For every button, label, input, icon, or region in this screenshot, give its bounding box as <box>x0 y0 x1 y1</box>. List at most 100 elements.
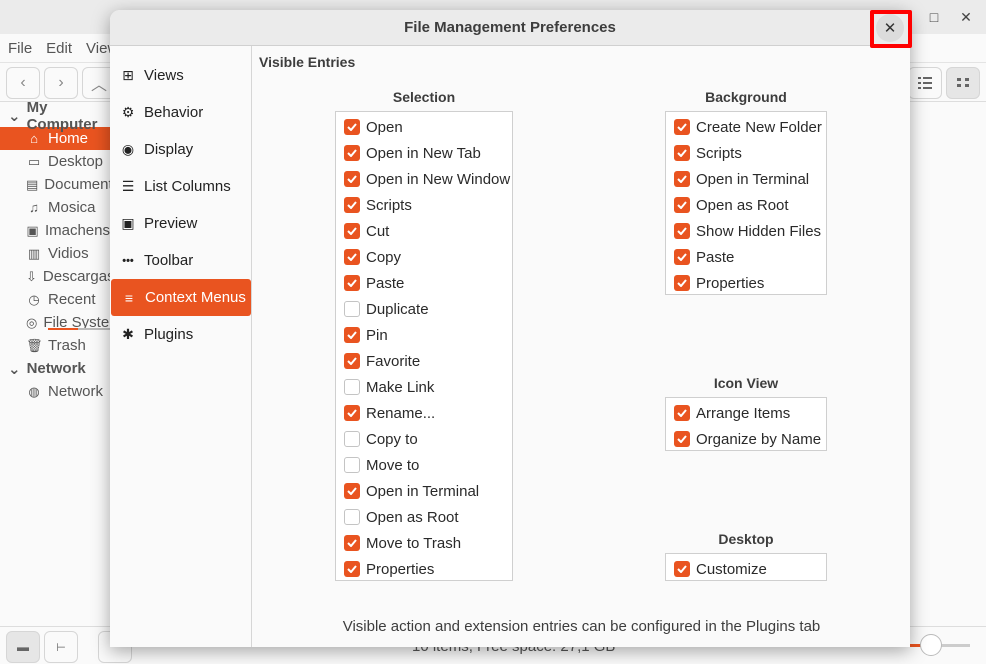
checkbox-checked[interactable] <box>674 145 690 161</box>
background-group-title: Background <box>705 89 787 105</box>
checkbox-label: Scripts <box>696 144 742 162</box>
forward-button[interactable]: › <box>44 67 78 99</box>
menu-file[interactable]: File <box>8 40 32 57</box>
checkbox-row[interactable]: Arrange Items <box>666 400 826 426</box>
checkbox-row[interactable]: Move to Trash <box>336 530 512 556</box>
sidebar-item-recent[interactable]: ◷ Recent <box>0 288 110 311</box>
checkbox-row[interactable]: Paste <box>666 244 826 270</box>
sidebar-item-desktop[interactable]: ▭ Desktop <box>0 150 110 173</box>
checkbox-row[interactable]: Open <box>336 114 512 140</box>
checkmark-icon <box>347 253 357 261</box>
checkbox-row[interactable]: Rename... <box>336 400 512 426</box>
checkbox-unchecked[interactable] <box>344 379 360 395</box>
checkbox-label: Cut <box>366 222 390 240</box>
show-places-button[interactable]: ▬ <box>6 631 40 663</box>
nav-preview[interactable]: ▣ Preview <box>110 205 252 242</box>
checkbox-checked[interactable] <box>344 561 360 577</box>
checkbox-row[interactable]: Favorite <box>336 348 512 374</box>
checkbox-row[interactable]: Open in Terminal <box>336 478 512 504</box>
checkbox-checked[interactable] <box>344 171 360 187</box>
checkbox-checked[interactable] <box>674 119 690 135</box>
nav-views[interactable]: ⊞ Views <box>110 57 252 94</box>
dialog-title: File Management Preferences <box>404 19 616 36</box>
checkbox-checked[interactable] <box>674 405 690 421</box>
checkbox-row[interactable]: Open as Root <box>666 192 826 218</box>
window-close-button[interactable]: ✕ <box>956 8 976 26</box>
sidebar-item-downloads[interactable]: ⇩ Descargas <box>0 265 115 288</box>
sidebar-section-my-computer[interactable]: ⌄ My Computer <box>0 99 110 133</box>
checkbox-unchecked[interactable] <box>344 301 360 317</box>
checkbox-checked[interactable] <box>344 119 360 135</box>
home-icon: ⌂ <box>30 131 38 146</box>
checkbox-checked[interactable] <box>344 405 360 421</box>
checkbox-row[interactable]: Show Hidden Files <box>666 218 826 244</box>
nav-toolbar[interactable]: ••• Toolbar <box>110 242 252 279</box>
checkbox-checked[interactable] <box>674 275 690 291</box>
sidebar-item-pictures[interactable]: ▣ Imachens <box>0 219 110 242</box>
checkbox-unchecked[interactable] <box>344 509 360 525</box>
back-button[interactable]: ‹ <box>6 67 40 99</box>
zoom-slider-handle[interactable] <box>920 634 942 656</box>
checkbox-checked[interactable] <box>344 145 360 161</box>
checkbox-row[interactable]: Open as Root <box>336 504 512 530</box>
grid-view-button[interactable] <box>946 67 980 99</box>
checkbox-checked[interactable] <box>674 171 690 187</box>
dialog-header: File Management Preferences ✕ <box>110 10 910 46</box>
checkbox-checked[interactable] <box>344 353 360 369</box>
checkbox-checked[interactable] <box>344 275 360 291</box>
checkbox-checked[interactable] <box>344 223 360 239</box>
checkbox-unchecked[interactable] <box>344 431 360 447</box>
menu-edit[interactable]: Edit <box>46 40 72 57</box>
checkbox-checked[interactable] <box>674 197 690 213</box>
sidebar-item-file-system[interactable]: ◎ File System <box>0 311 122 334</box>
checkbox-checked[interactable] <box>344 249 360 265</box>
nav-context-menus[interactable]: ≡ Context Menus <box>111 279 251 316</box>
nav-plugins[interactable]: ✱ Plugins <box>110 316 252 353</box>
checkbox-checked[interactable] <box>674 223 690 239</box>
checkbox-row[interactable]: Paste <box>336 270 512 296</box>
checkbox-row[interactable]: Properties <box>336 556 512 582</box>
checkbox-checked[interactable] <box>344 197 360 213</box>
checkbox-checked[interactable] <box>674 249 690 265</box>
checkbox-row[interactable]: Scripts <box>336 192 512 218</box>
sidebar-item-music[interactable]: ♫ Mosica <box>0 196 110 219</box>
checkbox-row[interactable]: Copy <box>336 244 512 270</box>
checkbox-row[interactable]: Duplicate <box>336 296 512 322</box>
nav-list-columns[interactable]: ☰ List Columns <box>110 168 252 205</box>
checkbox-checked[interactable] <box>674 561 690 577</box>
checkbox-checked[interactable] <box>344 327 360 343</box>
checkbox-row[interactable]: Copy to <box>336 426 512 452</box>
checkbox-unchecked[interactable] <box>344 457 360 473</box>
sidebar-item-trash[interactable]: 🗑 Trash <box>0 334 110 357</box>
checkbox-row[interactable]: Organize by Name <box>666 426 826 452</box>
nav-display[interactable]: ◉ Display <box>110 131 252 168</box>
show-tree-button[interactable]: ⊢ <box>44 631 78 663</box>
sidebar-section-network[interactable]: ⌄ Network <box>0 357 110 380</box>
checkbox-row[interactable]: Move to <box>336 452 512 478</box>
sidebar-item-documents[interactable]: ▤ Documents <box>0 173 120 196</box>
sidebar-item-network[interactable]: ◍ Network <box>0 380 110 403</box>
nav-behavior[interactable]: ⚙ Behavior <box>110 94 252 131</box>
sidebar-item-videos[interactable]: ▥ Vidios <box>0 242 110 265</box>
checkmark-icon <box>347 565 357 573</box>
checkmark-icon <box>347 227 357 235</box>
checkbox-row[interactable]: Open in Terminal <box>666 166 826 192</box>
checkbox-row[interactable]: Customize <box>666 556 826 582</box>
checkbox-row[interactable]: Pin <box>336 322 512 348</box>
list-view-button[interactable] <box>908 67 942 99</box>
grid-view-icon <box>957 78 969 87</box>
checkbox-checked[interactable] <box>674 431 690 447</box>
checkbox-label: Move to <box>366 456 420 474</box>
checkbox-row[interactable]: Open in New Window <box>336 166 512 192</box>
checkbox-row[interactable]: Scripts <box>666 140 826 166</box>
checkbox-row[interactable]: Properties <box>666 270 826 296</box>
checkbox-label: Paste <box>696 248 735 266</box>
checkbox-row[interactable]: Make Link <box>336 374 512 400</box>
checkbox-checked[interactable] <box>344 535 360 551</box>
checkbox-checked[interactable] <box>344 483 360 499</box>
maximize-button[interactable]: □ <box>924 8 944 26</box>
checkbox-row[interactable]: Open in New Tab <box>336 140 512 166</box>
checkbox-row[interactable]: Create New Folder <box>666 114 826 140</box>
checkbox-label: Move to Trash <box>366 534 462 552</box>
checkbox-row[interactable]: Cut <box>336 218 512 244</box>
